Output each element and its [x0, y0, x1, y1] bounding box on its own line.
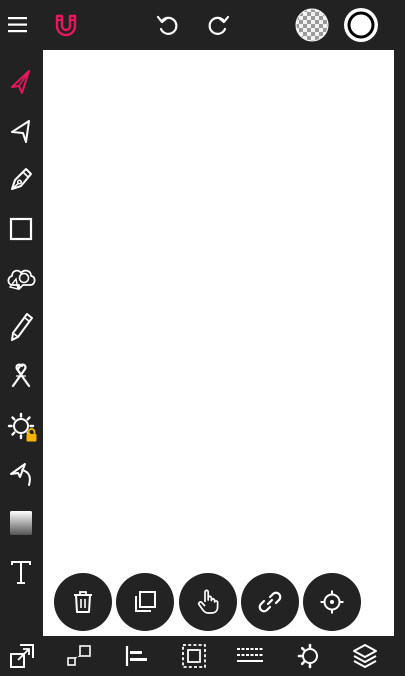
duplicate-button[interactable] [116, 573, 174, 631]
tool-gradient[interactable] [2, 504, 40, 542]
tool-ribbon[interactable] [2, 357, 40, 395]
layers-icon [353, 644, 377, 668]
pan-button[interactable] [179, 573, 237, 631]
resize-button[interactable] [6, 641, 38, 671]
shapes-icon [7, 269, 36, 290]
path-arrow-icon [10, 463, 31, 486]
transparent-fill-icon [295, 8, 329, 42]
lock-icon [26, 428, 37, 442]
right-edge-strip [394, 50, 405, 636]
align-button[interactable] [120, 641, 152, 671]
tool-spiro[interactable] [2, 407, 40, 445]
redo-button[interactable] [200, 7, 236, 43]
select-arrow-icon [11, 70, 30, 94]
stroke-swatch[interactable] [343, 7, 379, 43]
hamburger-icon [8, 17, 27, 33]
keyboard-icon [237, 648, 263, 662]
delete-button[interactable] [54, 573, 112, 631]
tool-pen[interactable] [2, 161, 40, 199]
tool-text[interactable] [2, 553, 40, 591]
snap-button[interactable] [48, 7, 84, 43]
stroke-color-icon [344, 8, 378, 42]
menu-button[interactable] [0, 7, 36, 43]
bounding-box-button[interactable] [178, 641, 210, 671]
text-icon [11, 561, 31, 584]
position-icon [67, 645, 91, 666]
align-left-icon [125, 646, 147, 666]
undo-button[interactable] [150, 7, 186, 43]
drawing-canvas[interactable] [43, 50, 394, 636]
layers-button[interactable] [349, 641, 381, 671]
fill-swatch[interactable] [294, 7, 330, 43]
settings-button[interactable] [292, 641, 324, 671]
bounding-box-icon [182, 644, 206, 668]
hand-pointer-icon [197, 589, 219, 614]
tool-pencil[interactable] [2, 308, 40, 346]
ribbon-icon [11, 363, 31, 388]
duplicate-icon [135, 591, 156, 612]
tool-shapes[interactable] [2, 259, 40, 297]
redo-icon [208, 15, 230, 35]
top-toolbar [0, 0, 405, 50]
tool-path-arrow[interactable] [2, 455, 40, 493]
direct-select-icon [11, 120, 30, 143]
left-toolbar [0, 50, 43, 636]
crosshair-icon [320, 590, 344, 614]
tool-direct-select[interactable] [2, 112, 40, 150]
pen-nib-icon [11, 168, 32, 190]
trash-icon [74, 591, 92, 613]
resize-icon [10, 644, 34, 668]
tool-select[interactable] [2, 63, 40, 101]
position-button[interactable] [63, 641, 95, 671]
pencil-icon [11, 313, 33, 341]
magnet-icon [55, 14, 77, 37]
rectangle-icon [9, 217, 33, 241]
undo-icon [156, 15, 178, 35]
keyboard-button[interactable] [234, 641, 266, 671]
settings-gear-icon [297, 643, 318, 669]
tool-rectangle[interactable] [2, 210, 40, 248]
bottom-toolbar [0, 636, 405, 676]
link-button[interactable] [241, 573, 299, 631]
gradient-icon [10, 511, 32, 535]
link-icon [258, 591, 282, 613]
center-button[interactable] [303, 573, 361, 631]
